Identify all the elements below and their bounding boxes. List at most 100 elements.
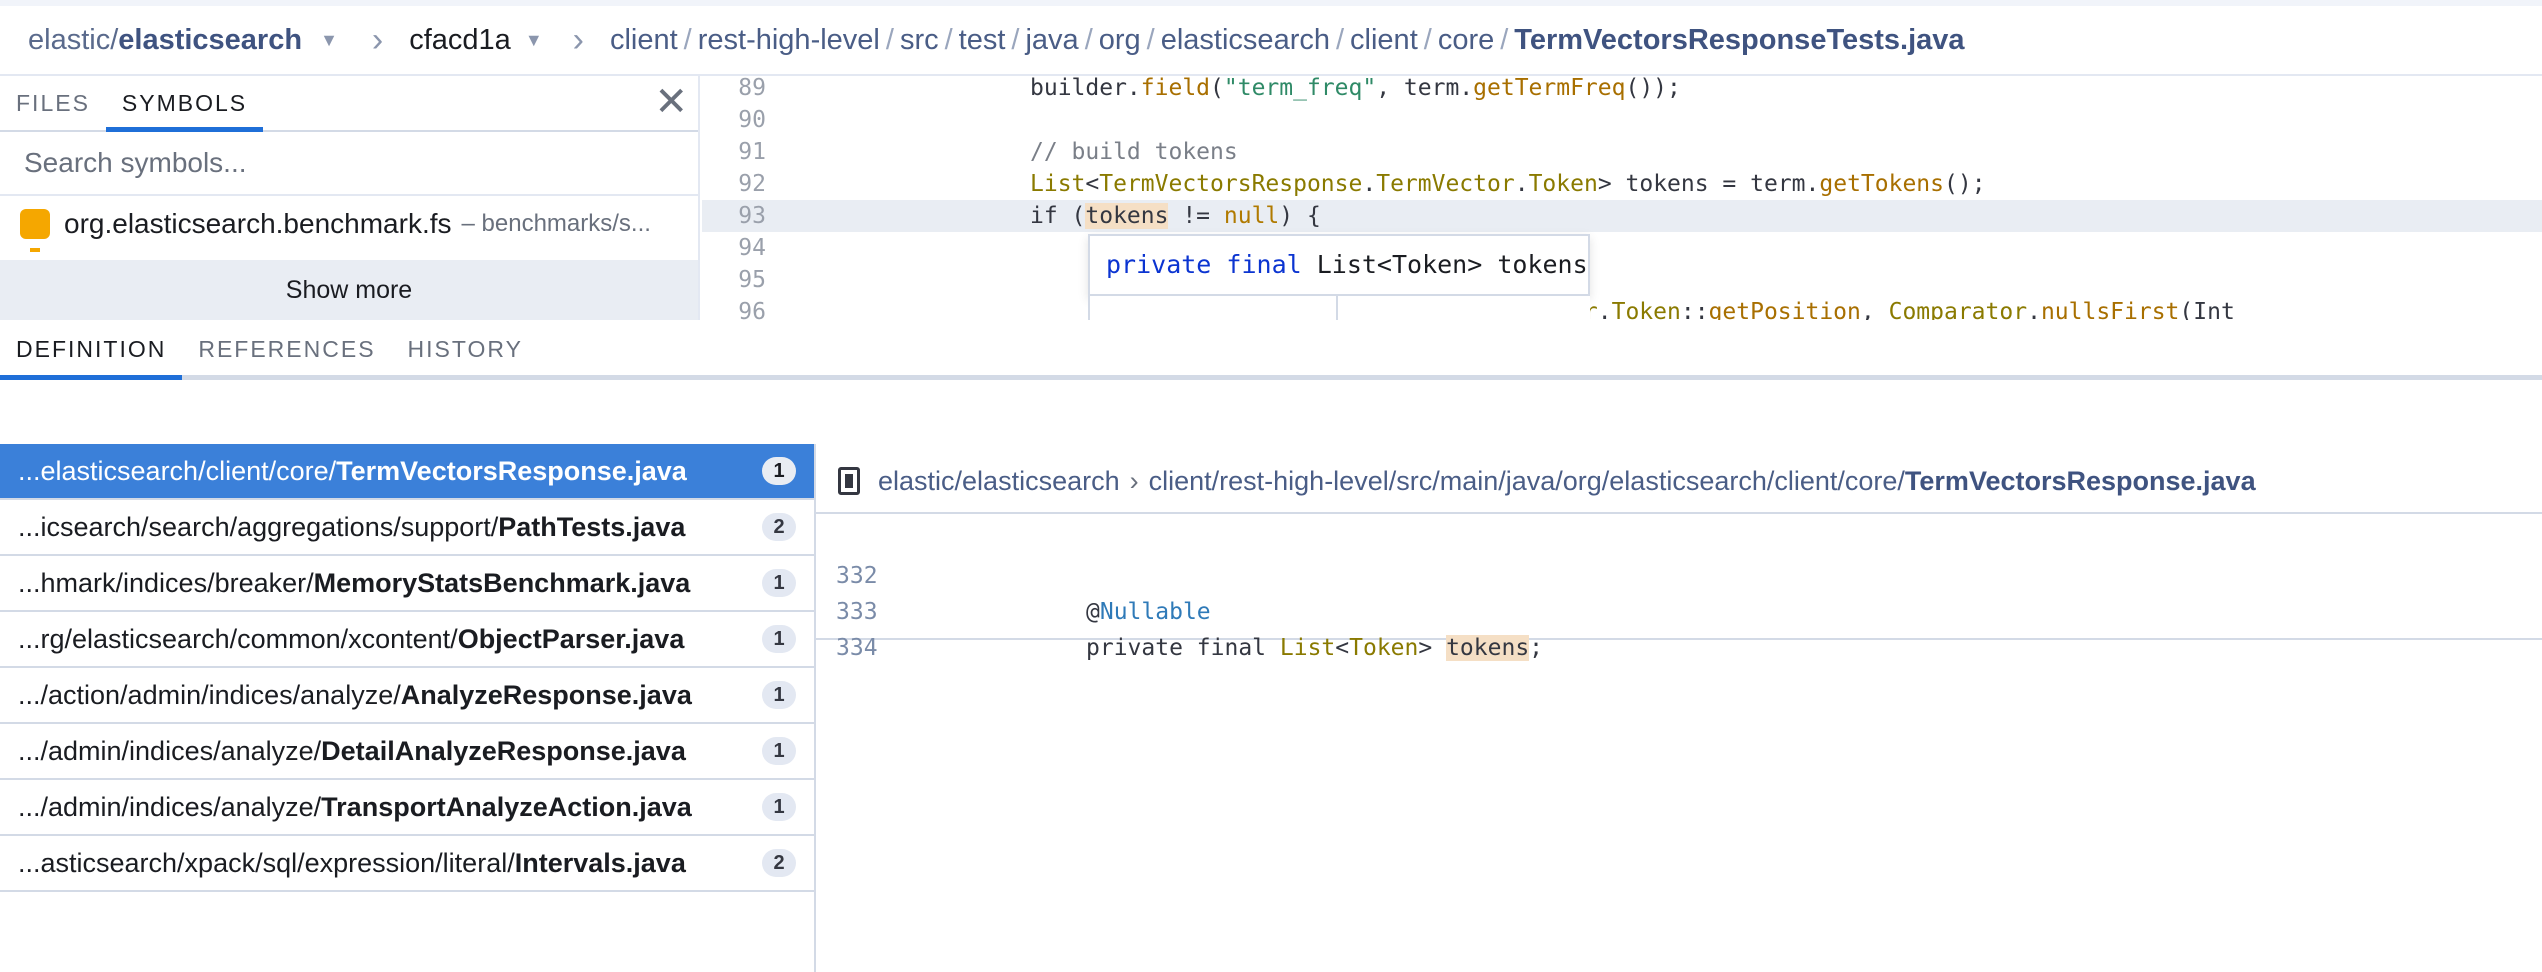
hover-tooltip-divider bbox=[1336, 296, 1338, 320]
breadcrumb-segment[interactable]: src bbox=[900, 24, 939, 56]
definition-code-preview[interactable]: 332 @Nullable 333 private final List<Tok… bbox=[816, 516, 2542, 661]
code-token: Comparator bbox=[1888, 299, 2028, 320]
code-token: "term_freq" bbox=[1223, 76, 1377, 101]
code-text: // build tokens bbox=[1030, 136, 1238, 168]
tab-files[interactable]: FILES bbox=[0, 76, 106, 132]
hover-tooltip-actions bbox=[1088, 296, 1590, 320]
close-icon[interactable]: ✕ bbox=[654, 82, 688, 122]
definition-list-item[interactable]: .../admin/indices/analyze/DetailAnalyzeR… bbox=[0, 724, 814, 780]
tab-history[interactable]: HISTORY bbox=[392, 320, 539, 380]
code-semicolon: ; bbox=[1529, 635, 1544, 661]
definition-list-item[interactable]: .../action/admin/indices/analyze/Analyze… bbox=[0, 668, 814, 724]
code-token: . bbox=[1514, 171, 1529, 197]
tab-definition[interactable]: DEFINITION bbox=[0, 320, 183, 380]
breadcrumb-segment[interactable]: client bbox=[610, 24, 678, 56]
file-name: PathTests.java bbox=[498, 511, 686, 542]
definition-list-item[interactable]: .../admin/indices/analyze/TransportAnaly… bbox=[0, 780, 814, 836]
breadcrumb-segment[interactable]: elasticsearch bbox=[1161, 24, 1330, 56]
code-line: 333 private final List<Token> tokens; bbox=[816, 558, 2542, 661]
repo-name[interactable]: elasticsearch bbox=[118, 24, 302, 57]
symbol-list-item[interactable]: org.elasticsearch.benchmark.fs – benchma… bbox=[0, 196, 698, 252]
definition-repo[interactable]: elastic/elasticsearch bbox=[878, 466, 1120, 497]
line-number: 334 bbox=[836, 635, 878, 661]
breadcrumb-segment[interactable]: rest-high-level bbox=[698, 24, 880, 56]
code-token: ) { bbox=[1279, 203, 1321, 229]
repo-dropdown-caret-icon[interactable]: ▼ bbox=[320, 30, 338, 51]
search-symbols-input[interactable] bbox=[0, 132, 698, 196]
definition-list-item[interactable]: ...hmark/indices/breaker/MemoryStatsBenc… bbox=[0, 556, 814, 612]
file-code-icon bbox=[838, 467, 860, 495]
file-name: AnalyzeResponse.java bbox=[400, 679, 692, 710]
breadcrumb-segment[interactable]: client bbox=[1350, 24, 1418, 56]
highlighted-identifier: tokens bbox=[1446, 635, 1530, 661]
tab-symbols[interactable]: SYMBOLS bbox=[105, 76, 264, 132]
code-line: 94 bbox=[702, 232, 2542, 264]
count-badge: 1 bbox=[762, 737, 796, 765]
definition-path[interactable]: client/rest-high-level/src/main/java/org… bbox=[1149, 466, 1905, 497]
count-badge: 1 bbox=[762, 681, 796, 709]
code-token: . bbox=[1362, 171, 1377, 197]
breadcrumb-segment[interactable]: org bbox=[1099, 24, 1141, 56]
line-number: 90 bbox=[738, 107, 766, 133]
code-generic-close: > bbox=[1418, 635, 1447, 661]
definition-path: .../admin/indices/analyze/TransportAnaly… bbox=[18, 792, 762, 823]
breadcrumb-separator: / bbox=[1500, 23, 1509, 56]
path-separator: › bbox=[1129, 465, 1139, 496]
code-line: 95 bbox=[702, 264, 2542, 296]
code-line: 93 if (tokens != null) { bbox=[702, 200, 2542, 232]
line-number: 96 bbox=[738, 299, 766, 320]
line-number: 92 bbox=[738, 171, 766, 197]
definition-list-item[interactable]: ...icsearch/search/aggregations/support/… bbox=[0, 500, 814, 556]
breadcrumb-separator: / bbox=[683, 23, 692, 56]
code-token: nullsFirst bbox=[2040, 299, 2180, 320]
path-prefix: ...hmark/indices/breaker/ bbox=[18, 567, 314, 598]
code-line: 92 List<TermVectorsResponse.TermVector.To… bbox=[702, 168, 2542, 200]
code-token: :: bbox=[1680, 299, 1709, 320]
path-prefix: ...elasticsearch/client/core/ bbox=[18, 455, 337, 486]
package-icon bbox=[20, 209, 50, 239]
code-token: getTokens bbox=[1819, 171, 1944, 197]
code-token: TermVector bbox=[1376, 171, 1515, 197]
code-line: 96 rsResponse.TermVector.Token::getPosit… bbox=[702, 296, 2542, 320]
breadcrumb-separator: / bbox=[1011, 23, 1020, 56]
side-panel: FILES SYMBOLS ✕ org.elasticsearch.benchm… bbox=[0, 76, 700, 320]
breadcrumb-separator: / bbox=[1146, 23, 1155, 56]
definition-file[interactable]: TermVectorsResponse.java bbox=[1905, 466, 2256, 497]
hover-keywords: private final bbox=[1106, 250, 1302, 279]
code-token: ()); bbox=[1625, 76, 1681, 101]
definition-path: .../admin/indices/analyze/DetailAnalyzeR… bbox=[18, 736, 762, 767]
highlighted-identifier: tokens bbox=[1085, 203, 1169, 229]
symbol-path: – benchmarks/s... bbox=[461, 210, 651, 237]
show-more-button[interactable]: Show more bbox=[0, 260, 698, 320]
code-text: List<TermVectorsResponse.TermVector.Toke… bbox=[1030, 168, 1986, 200]
repo-owner[interactable]: elastic/ bbox=[28, 24, 118, 57]
tab-references[interactable]: REFERENCES bbox=[182, 320, 391, 380]
file-name: DetailAnalyzeResponse.java bbox=[321, 735, 686, 766]
code-token: null bbox=[1223, 203, 1280, 229]
code-token: (Int bbox=[2179, 299, 2235, 320]
definition-path: .../action/admin/indices/analyze/Analyze… bbox=[18, 680, 762, 711]
definition-list-item[interactable]: ...elasticsearch/client/core/TermVectors… bbox=[0, 444, 814, 500]
code-text: if (tokens != null) { bbox=[1030, 200, 1321, 232]
code-line: 90 bbox=[702, 104, 2542, 136]
definition-list: ...elasticsearch/client/core/TermVectors… bbox=[0, 444, 814, 892]
line-number: 93 bbox=[738, 203, 766, 229]
code-editor[interactable]: 89 builder.field("term_freq", term.getTer… bbox=[702, 76, 2542, 320]
code-token: // build tokens bbox=[1030, 139, 1238, 165]
commit-dropdown-caret-icon[interactable]: ▼ bbox=[525, 30, 543, 51]
definition-file-header: elastic/elasticsearch › client/rest-high… bbox=[816, 450, 2542, 514]
breadcrumb-separator: / bbox=[885, 23, 894, 56]
definition-list-item[interactable]: ...asticsearch/xpack/sql/expression/lite… bbox=[0, 836, 814, 892]
commit-selector[interactable]: cfacd1a bbox=[409, 24, 511, 57]
code-token: field bbox=[1140, 76, 1211, 101]
breadcrumb-path: client / rest-high-level / src / test / java / org… bbox=[610, 24, 1514, 57]
code-token: . bbox=[1597, 299, 1612, 320]
breadcrumb-segment[interactable]: java bbox=[1025, 24, 1078, 56]
file-name: Intervals.java bbox=[514, 847, 686, 878]
code-token: Token bbox=[1528, 171, 1598, 197]
line-number: 89 bbox=[738, 76, 766, 101]
breadcrumb-segment[interactable]: core bbox=[1438, 24, 1494, 56]
breadcrumb-segment[interactable]: test bbox=[959, 24, 1006, 56]
definition-list-item[interactable]: ...rg/elasticsearch/common/xcontent/Obje… bbox=[0, 612, 814, 668]
count-badge: 1 bbox=[762, 569, 796, 597]
